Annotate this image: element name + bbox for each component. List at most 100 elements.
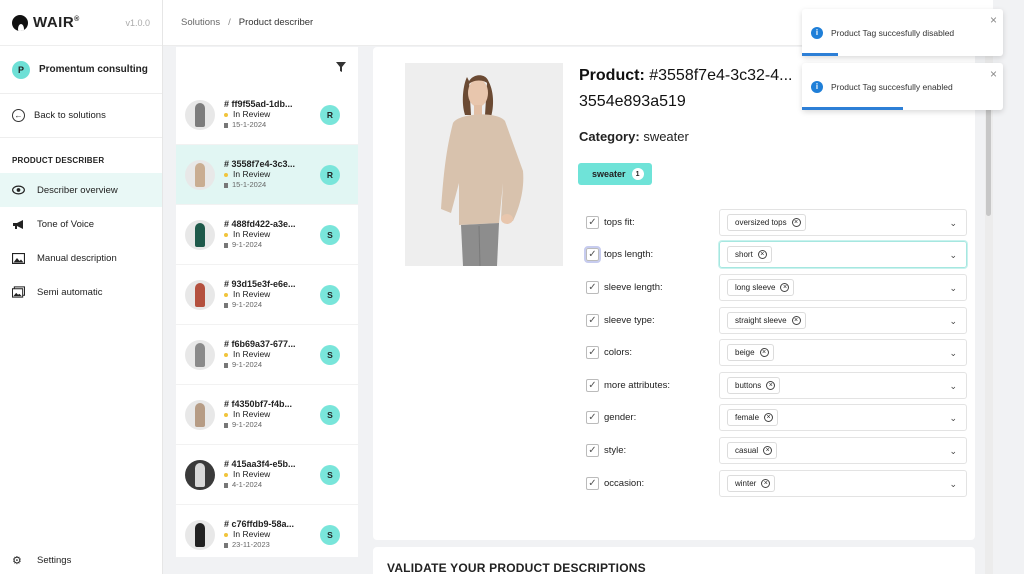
attribute-checkbox[interactable]: ✓ [586,313,599,327]
remove-chip-icon[interactable]: × [759,348,769,358]
product-list-item[interactable]: # ff9f55ad-1db... In Review 15-1-2024 R [176,85,358,145]
attribute-checkbox[interactable]: ✓ [586,378,599,392]
product-date: 9-1-2024 [224,421,358,430]
sidebar-item-manual-description[interactable]: Manual description [0,241,162,275]
remove-chip-icon[interactable]: × [763,445,773,455]
attribute-checkbox[interactable]: ✓ [586,411,599,425]
product-thumbnail [185,399,215,430]
org-name: Promentum consulting [39,64,148,75]
chevron-down-icon[interactable]: ⌄ [949,413,957,424]
product-date: 4-1-2024 [224,481,358,490]
attribute-row: ✓ gender: female × ⌄ [586,402,968,435]
attribute-select[interactable]: beige × ⌄ [719,339,967,367]
attribute-checkbox[interactable]: ✓ [586,443,599,457]
back-to-solutions-link[interactable]: ← Back to solutions [0,94,162,138]
org-avatar: P [12,60,30,79]
validate-title: VALIDATE YOUR PRODUCT DESCRIPTIONS [387,561,646,574]
status-label: In Review [233,349,271,360]
attribute-label: sleeve length: [604,281,663,293]
attribute-value-chip: winter × [727,474,776,492]
product-date: 9-1-2024 [224,361,358,370]
attribute-value-chip: buttons × [727,376,781,394]
attribute-checkbox[interactable]: ✓ [586,476,599,490]
attribute-select[interactable]: oversized tops × ⌄ [719,208,967,236]
sidebar-item-label: Describer overview [37,184,118,196]
product-list-item[interactable]: # 488fd422-a3e... In Review 9-1-2024 S [176,205,358,265]
product-list-item[interactable]: # 415aa3f4-e5b... In Review 4-1-2024 S [176,445,358,505]
sidebar: WAIR ® v1.0.0 P Promentum consulting ← B… [0,0,163,574]
attribute-checkbox[interactable]: ✓ [584,246,601,264]
reviewer-badge: R [320,105,340,125]
attribute-row: ✓ sleeve length: long sleeve × ⌄ [586,271,968,304]
attribute-value-chip: female × [727,409,779,427]
chevron-down-icon[interactable]: ⌄ [949,316,957,327]
images-icon [12,286,25,299]
remove-chip-icon[interactable]: × [766,380,776,390]
chip-label: short [735,250,753,260]
remove-chip-icon[interactable]: × [791,217,801,227]
attribute-row: ✓ occasion: winter × ⌄ [586,467,968,500]
attribute-select[interactable]: female × ⌄ [719,404,967,432]
status-label: In Review [233,229,271,240]
product-list-item[interactable]: # f4350bf7-f4b... In Review 9-1-2024 S [176,385,358,445]
product-list-item[interactable]: # f6b69a37-677... In Review 9-1-2024 S [176,325,358,385]
product-date: 23-11-2023 [224,541,358,550]
chevron-down-icon[interactable]: ⌄ [949,283,957,294]
attribute-label: style: [604,444,627,456]
remove-chip-icon[interactable]: × [764,413,774,423]
chevron-down-icon[interactable]: ⌄ [949,479,957,490]
chevron-down-icon[interactable]: ⌄ [949,348,957,359]
sidebar-item-semi-automatic[interactable]: Semi automatic [0,275,162,309]
attribute-checkbox[interactable]: ✓ [586,346,599,360]
organization-switcher[interactable]: P Promentum consulting [0,46,162,94]
status-dot-icon [224,353,228,358]
attribute-select[interactable]: winter × ⌄ [719,469,967,497]
filter-icon[interactable] [336,59,346,72]
chip-label: winter [735,478,757,488]
product-thumbnail [185,219,215,250]
sidebar-item-tone-of-voice[interactable]: Tone of Voice [0,207,162,241]
remove-chip-icon[interactable]: × [757,250,767,260]
page-scrollbar-thumb[interactable] [986,100,991,216]
back-label: Back to solutions [34,110,106,121]
chevron-down-icon[interactable]: ⌄ [949,250,957,261]
chip-label: buttons [735,380,762,390]
product-thumbnail [185,159,215,190]
category-label: Category: [579,129,640,144]
category-tag[interactable]: sweater 1 [578,163,652,185]
chip-label: long sleeve [735,282,776,292]
close-icon[interactable]: × [990,13,997,27]
tag-label: sweater [592,169,626,179]
status-dot-icon [224,293,228,298]
product-list-item[interactable]: # c76ffdb9-58a... In Review 23-11-2023 S [176,505,358,557]
remove-chip-icon[interactable]: × [780,282,790,292]
calendar-icon [224,483,228,489]
chevron-down-icon[interactable]: ⌄ [949,381,957,392]
model-figure [195,522,205,547]
product-thumbnail [185,99,215,130]
remove-chip-icon[interactable]: × [761,478,771,488]
attribute-select[interactable]: straight sleeve × ⌄ [719,306,967,334]
breadcrumb-solutions[interactable]: Solutions [181,17,220,28]
attribute-select[interactable]: short × ⌄ [719,241,967,269]
product-list-item[interactable]: # 3558f7e4-3c3... In Review 15-1-2024 R [176,145,358,205]
remove-chip-icon[interactable]: × [791,315,801,325]
attribute-checkbox[interactable]: ✓ [586,215,599,229]
product-date: 15-1-2024 [224,121,358,130]
attribute-row: ✓ colors: beige × ⌄ [586,336,968,369]
chevron-down-icon[interactable]: ⌄ [949,446,957,457]
attribute-select[interactable]: casual × ⌄ [719,436,967,464]
product-title: Product: #3558f7e4-3c32-4... 3554e893a51… [579,63,819,113]
close-icon[interactable]: × [990,67,997,81]
model-figure [195,462,205,487]
attribute-select[interactable]: long sleeve × ⌄ [719,273,967,301]
settings-link[interactable]: ⚙ Settings [0,546,163,574]
sidebar-item-describer-overview[interactable]: Describer overview [0,173,162,207]
attribute-checkbox[interactable]: ✓ [586,280,599,294]
chevron-down-icon[interactable]: ⌄ [949,218,957,229]
status-label: In Review [233,109,271,120]
attribute-value-chip: oversized tops × [727,213,806,231]
product-list-item[interactable]: # 93d15e3f-e6e... In Review 9-1-2024 S [176,265,358,325]
model-figure [195,102,205,127]
attribute-select[interactable]: buttons × ⌄ [719,371,967,399]
